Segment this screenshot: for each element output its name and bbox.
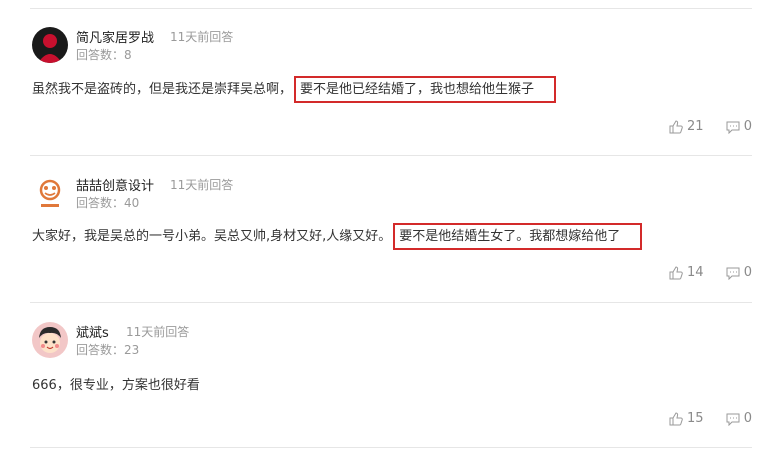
username[interactable]: 喆喆创意设计	[76, 175, 154, 194]
divider	[30, 8, 752, 9]
thumbs-up-icon	[669, 265, 683, 279]
answer-count: 回答数：23	[76, 341, 139, 358]
comment-count: 0	[743, 265, 752, 280]
like-button[interactable]: 21	[669, 119, 704, 134]
divider	[30, 155, 752, 156]
like-button[interactable]: 14	[669, 265, 704, 280]
divider	[30, 302, 752, 303]
answer-time: 11天前回答	[126, 325, 190, 339]
like-count: 21	[687, 119, 704, 134]
answer-content: 大家好，我是吴总的一号小弟。吴总又帅,身材又好,人缘又好。 要不是他结婚生女了。我…	[32, 223, 643, 250]
answer-count-label: 回答数：	[76, 196, 125, 210]
thumbs-up-icon	[669, 411, 683, 425]
answer-actions: 21 0	[651, 119, 752, 138]
comment-button[interactable]: 0	[726, 411, 752, 426]
comment-button[interactable]: 0	[726, 265, 752, 280]
comment-icon	[726, 413, 740, 426]
comment-count: 0	[743, 119, 752, 134]
highlighted-text: 要不是他已经结婚了，我也想给他生猴子	[294, 76, 557, 103]
thumbs-up-icon	[669, 119, 683, 133]
avatar[interactable]	[32, 27, 68, 63]
like-count: 14	[687, 265, 704, 280]
answer-count-value: 23	[124, 343, 140, 357]
answer-content: 虽然我不是盗砖的，但是我还是崇拜吴总啊， 要不是他已经结婚了，我也想给他生猴子	[32, 76, 557, 103]
answer-item: 喆喆创意设计 11天前回答 回答数：40 大家好，我是吴总的一号小弟。吴总又帅,…	[30, 175, 752, 295]
answer-actions: 15 0	[651, 411, 752, 430]
comment-icon	[726, 267, 740, 280]
comment-count: 0	[743, 411, 752, 426]
answer-content: 666，很专业，方案也很好看	[32, 374, 200, 393]
answer-text: 666，很专业，方案也很好看	[32, 378, 200, 393]
answer-text: 大家好，我是吴总的一号小弟。吴总又帅,身材又好,人缘又好。	[32, 229, 392, 244]
answer-text: 虽然我不是盗砖的，但是我还是崇拜吴总啊，	[32, 82, 293, 97]
username[interactable]: 斌斌s	[76, 322, 109, 341]
answer-time: 11天前回答	[170, 30, 234, 44]
like-button[interactable]: 15	[669, 411, 704, 426]
username[interactable]: 简凡家居罗战	[76, 27, 154, 46]
comment-button[interactable]: 0	[726, 119, 752, 134]
comment-icon	[726, 121, 740, 134]
like-count: 15	[687, 411, 704, 426]
answer-count-label: 回答数：	[76, 343, 125, 357]
answer-count: 回答数：40	[76, 194, 139, 211]
answer-count-label: 回答数：	[76, 48, 125, 62]
answer-item: 简凡家居罗战 11天前回答 回答数：8 虽然我不是盗砖的，但是我还是崇拜吴总啊，…	[30, 27, 752, 147]
answer-count: 回答数：8	[76, 46, 132, 63]
divider	[30, 447, 752, 448]
answer-count-value: 40	[124, 196, 140, 210]
answer-actions: 14 0	[651, 265, 752, 284]
answer-count-value: 8	[124, 48, 132, 62]
avatar[interactable]	[32, 175, 68, 211]
answer-item: 斌斌s 11天前回答 回答数：23 666，很专业，方案也很好看 15 0	[30, 322, 752, 442]
answer-time: 11天前回答	[170, 178, 234, 192]
highlighted-text: 要不是他结婚生女了。我都想嫁给他了	[393, 223, 643, 250]
avatar[interactable]	[32, 322, 68, 358]
